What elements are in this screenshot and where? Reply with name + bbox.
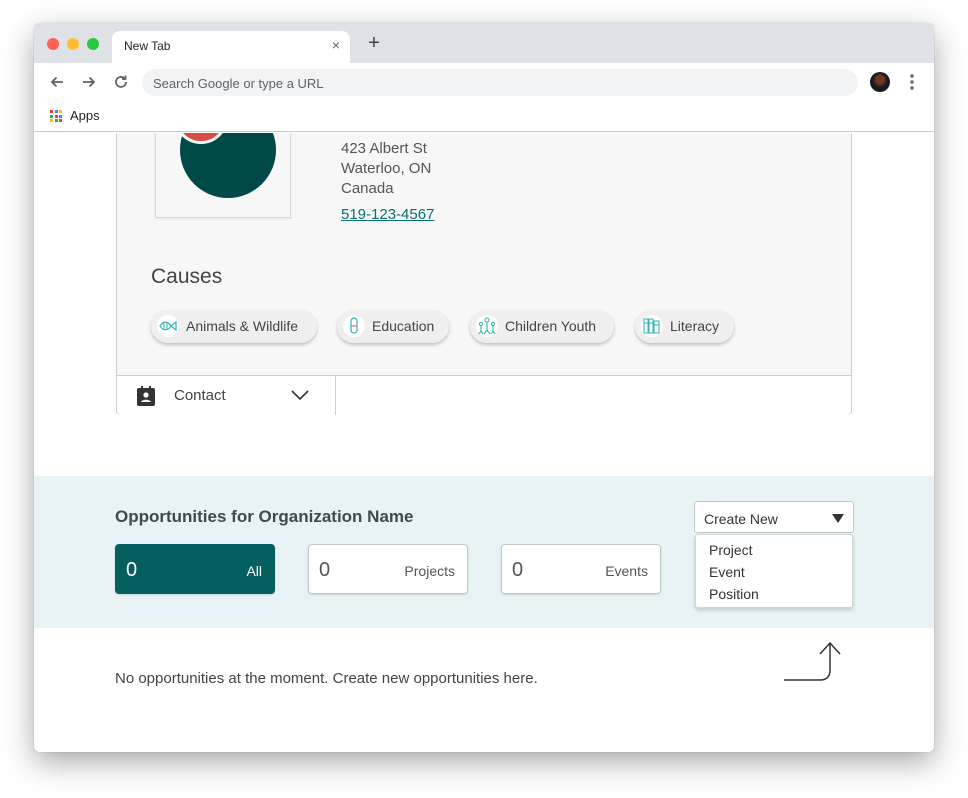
stat-count: 0 (319, 559, 331, 581)
stat-card-all[interactable]: 0 All (115, 544, 275, 594)
causes-heading: Causes (151, 265, 223, 288)
address-line-country: Canada (341, 180, 394, 197)
stat-label: Projects (404, 563, 455, 579)
reload-icon[interactable] (110, 71, 132, 93)
cause-chip-label: Literacy (670, 318, 720, 334)
dropdown-option-event[interactable]: Event (696, 562, 852, 584)
tab-close-icon[interactable]: × (328, 37, 344, 53)
cause-chip-label: Children Youth (505, 318, 597, 334)
books-icon (641, 315, 663, 337)
children-icon (476, 315, 498, 337)
fish-icon (157, 315, 179, 337)
cause-chip-literacy[interactable]: Literacy (635, 310, 734, 343)
forward-arrow-icon[interactable] (78, 71, 100, 93)
caret-down-icon (832, 514, 844, 523)
tab-strip: New Tab × + (34, 23, 934, 63)
address-bar[interactable]: Search Google or type a URL (142, 69, 858, 96)
back-arrow-icon[interactable] (46, 71, 68, 93)
browser-toolbar: Search Google or type a URL (34, 63, 934, 101)
cause-chip-label: Education (372, 318, 435, 334)
dropdown-option-position[interactable]: Position (696, 584, 852, 606)
create-new-dropdown: Project Event Position (695, 534, 853, 608)
maximize-window-button[interactable] (87, 38, 99, 50)
close-window-button[interactable] (47, 38, 59, 50)
contact-label[interactable]: Contact (174, 387, 226, 404)
test-tube-icon (343, 315, 365, 337)
bookmarks-bar: Apps (34, 101, 934, 132)
minimize-window-button[interactable] (67, 38, 79, 50)
chevron-down-icon[interactable] (290, 388, 310, 402)
contact-card-icon (137, 386, 155, 406)
cause-chip-children-youth[interactable]: Children Youth (470, 310, 614, 343)
organization-logo (155, 133, 291, 218)
empty-state-message: No opportunities at the moment. Create n… (115, 670, 538, 687)
organization-card: 423 Albert St Waterloo, ON Canada 519-12… (116, 133, 852, 415)
address-line-city: Waterloo, ON (341, 160, 432, 177)
opportunities-title: Opportunities for Organization Name (115, 507, 414, 526)
cause-chip-animals[interactable]: Animals & Wildlife (151, 310, 317, 343)
cause-chip-label: Animals & Wildlife (186, 318, 299, 334)
stat-card-events[interactable]: 0 Events (501, 544, 661, 594)
phone-link[interactable]: 519-123-4567 (341, 206, 434, 223)
stat-count: 0 (512, 559, 524, 581)
kebab-menu-icon[interactable] (902, 72, 922, 92)
create-new-value: Create New (704, 511, 778, 527)
dropdown-option-project[interactable]: Project (696, 540, 852, 562)
profile-avatar[interactable] (870, 72, 890, 92)
apps-grid-icon[interactable] (50, 110, 62, 122)
new-tab-button[interactable]: + (364, 33, 384, 53)
curved-arrow-up-icon (782, 641, 846, 683)
browser-window: New Tab × + Search Google or type a URL … (34, 23, 934, 752)
stat-card-projects[interactable]: 0 Projects (308, 544, 468, 594)
address-line-street: 423 Albert St (341, 140, 427, 157)
contact-row: Contact (117, 375, 851, 415)
opportunities-section: Opportunities for Organization Name 0 Al… (34, 476, 934, 628)
tab-title: New Tab (124, 39, 171, 53)
address-bar-placeholder: Search Google or type a URL (153, 76, 324, 91)
create-new-select[interactable]: Create New (694, 501, 854, 533)
browser-tab[interactable]: New Tab × (112, 31, 350, 63)
cause-chip-education[interactable]: Education (337, 310, 449, 343)
contact-divider (335, 376, 336, 415)
stat-count: 0 (126, 559, 138, 581)
apps-bookmark-label[interactable]: Apps (70, 108, 100, 123)
stat-label: Events (605, 563, 648, 579)
stat-label: All (246, 563, 262, 579)
page-content: 423 Albert St Waterloo, ON Canada 519-12… (34, 133, 934, 752)
